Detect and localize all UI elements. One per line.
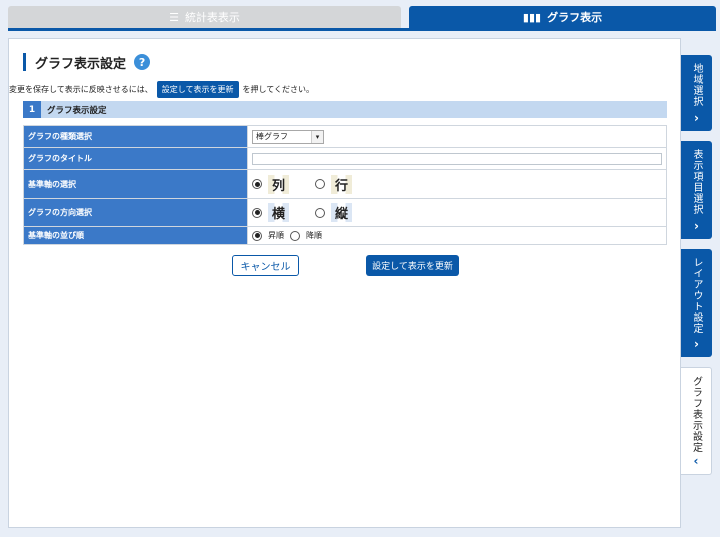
- order-label: 基準軸の並び順: [23, 226, 248, 245]
- side-tab-region-label: 地域選択: [691, 63, 702, 107]
- side-tab-items-label: 表示項目選択: [691, 149, 702, 215]
- axis-column-option: 列: [268, 174, 290, 194]
- chevron-right-icon: ›: [694, 111, 699, 125]
- section-title: グラフ表示設定: [47, 105, 107, 116]
- bar-chart-icon: ▮▮▮: [522, 10, 542, 24]
- side-tab-layout-label: レイアウト設定: [691, 257, 702, 334]
- section-number: 1: [23, 101, 41, 118]
- page-title: グラフ表示設定 ?: [23, 53, 151, 72]
- graph-type-select[interactable]: 棒グラフ ▾: [252, 129, 324, 144]
- direction-horizontal-option: 横: [268, 203, 290, 222]
- order-asc-radio[interactable]: [252, 230, 262, 241]
- row-order: 基準軸の並び順 昇順 降順: [23, 226, 667, 245]
- chevron-left-icon: ‹: [693, 454, 699, 468]
- apply-button[interactable]: 設定して表示を更新: [366, 255, 459, 276]
- chevron-right-icon: ›: [694, 219, 699, 233]
- section-header: 1 グラフ表示設定: [23, 101, 667, 118]
- row-direction: グラフの方向選択 横 縦: [23, 198, 667, 227]
- row-graph-title: グラフのタイトル: [23, 147, 667, 170]
- help-icon[interactable]: ?: [134, 54, 151, 70]
- note-before: 変更を保存して表示に反映させるには、: [9, 85, 153, 94]
- side-tab-layout[interactable]: レイアウト設定 ›: [681, 249, 712, 357]
- tab-graph[interactable]: ▮▮▮ グラフ表示: [409, 6, 716, 28]
- row-graph-type: グラフの種類選択 棒グラフ ▾: [23, 125, 667, 148]
- tab-stats-label: 統計表表示: [184, 11, 240, 24]
- axis-column-radio[interactable]: [252, 179, 262, 189]
- page-title-text: グラフ表示設定: [35, 56, 127, 72]
- note-apply-button[interactable]: 設定して表示を更新: [156, 81, 239, 98]
- axis-row-radio[interactable]: [315, 179, 326, 189]
- side-tab-region[interactable]: 地域選択 ›: [681, 55, 712, 131]
- side-tab-items[interactable]: 表示項目選択 ›: [681, 141, 712, 239]
- instruction-note: 変更を保存して表示に反映させるには、 設定して表示を更新 を押してください。: [9, 81, 314, 98]
- list-icon: ☰: [169, 10, 179, 24]
- side-tab-graph-settings[interactable]: グラフ表示設定 ‹: [681, 367, 712, 475]
- graph-title-label: グラフのタイトル: [23, 147, 248, 170]
- side-tab-graph-settings-label: グラフ表示設定: [690, 376, 702, 453]
- note-after: を押してください。: [242, 85, 315, 94]
- graph-title-input[interactable]: [252, 152, 662, 165]
- direction-vertical-option: 縦: [331, 203, 353, 222]
- direction-vertical-radio[interactable]: [315, 207, 326, 218]
- tab-graph-label: グラフ表示: [547, 11, 603, 24]
- axis-row-option: 行: [331, 174, 353, 194]
- chevron-right-icon: ›: [694, 337, 699, 351]
- order-asc-option: 昇順: [268, 231, 284, 240]
- tab-underline: [8, 28, 716, 31]
- cancel-button[interactable]: キャンセル: [232, 255, 299, 276]
- tab-stats-table[interactable]: ☰ 統計表表示: [8, 6, 401, 28]
- graph-type-value: 棒グラフ: [256, 132, 288, 141]
- order-desc-option: 降順: [306, 231, 322, 240]
- settings-table: グラフの種類選択 棒グラフ ▾ グラフのタイトル 基準軸の選択 列 行 グラフの…: [23, 125, 667, 245]
- axis-label: 基準軸の選択: [23, 169, 248, 199]
- chevron-down-icon: ▾: [311, 130, 323, 143]
- order-desc-radio[interactable]: [290, 230, 300, 241]
- direction-label: グラフの方向選択: [23, 198, 248, 227]
- row-axis: 基準軸の選択 列 行: [23, 169, 667, 199]
- graph-type-label: グラフの種類選択: [23, 125, 248, 148]
- graph-settings-panel: グラフ表示設定 ? 変更を保存して表示に反映させるには、 設定して表示を更新 を…: [8, 38, 681, 528]
- direction-horizontal-radio[interactable]: [252, 207, 262, 218]
